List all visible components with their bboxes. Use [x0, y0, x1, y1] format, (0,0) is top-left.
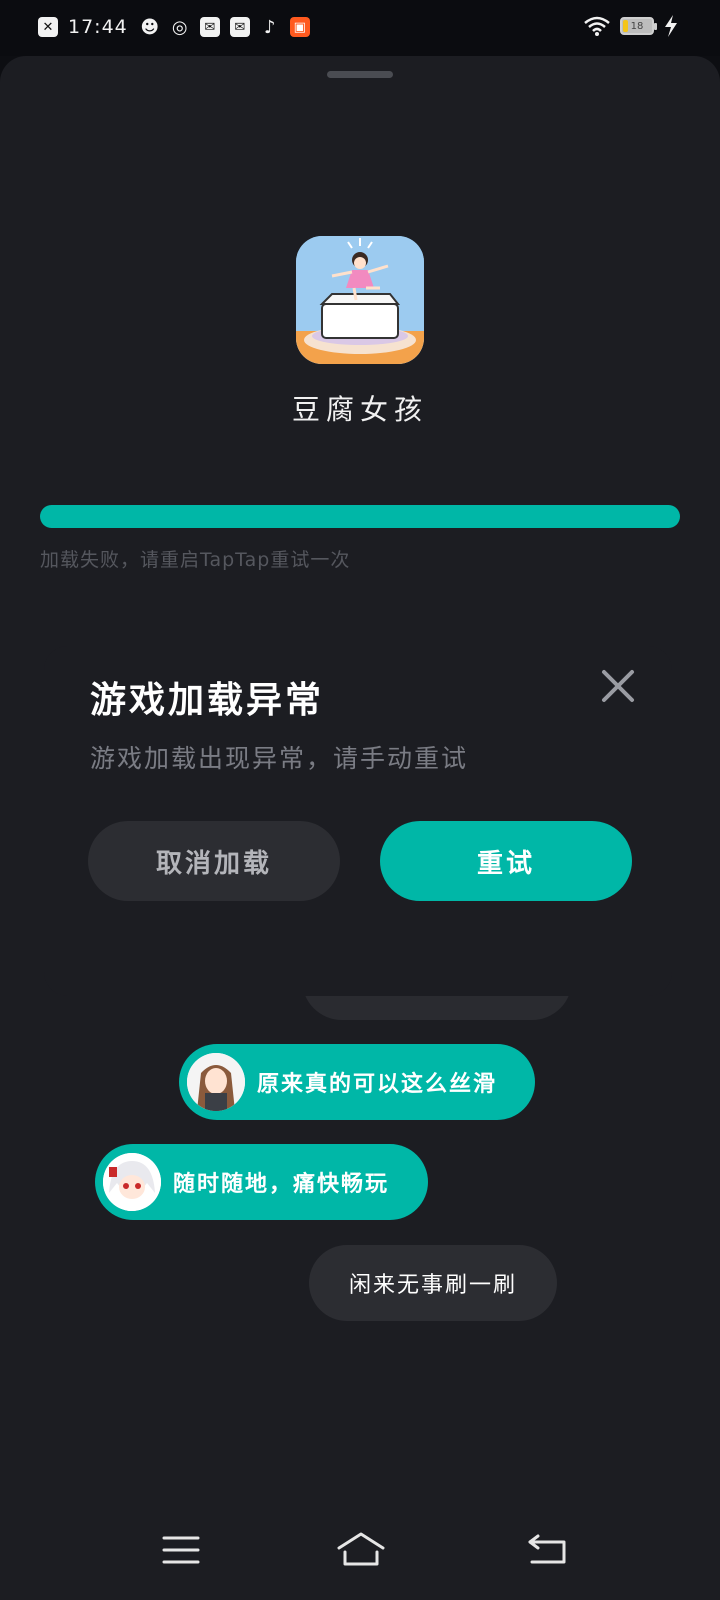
charging-icon [665, 15, 677, 37]
anime-white-hair-avatar [103, 1153, 161, 1211]
chat-bubble: 随时随地，痛快畅玩 [95, 1144, 428, 1220]
robot-icon: ☻ [140, 16, 160, 38]
app-orange-icon: ▣ [289, 17, 310, 37]
planet-icon: ◎ [171, 16, 188, 38]
battery-level: 18 [630, 20, 644, 32]
navigation-bar [0, 1510, 720, 1600]
status-bar: ✕ 17:44 ☻ ◎ ✉ ✉ ♪ ▣ 18 [0, 0, 720, 56]
mail-icon: ✉ [229, 17, 250, 37]
status-bar-right: 18 [584, 15, 678, 37]
chat-bubble-text: 原来真的可以这么丝滑 [257, 1072, 498, 1097]
menu-icon[interactable] [156, 1530, 206, 1570]
status-time: 17:44 [68, 16, 128, 38]
sheet-drag-handle[interactable] [327, 71, 393, 78]
wifi-icon [584, 16, 610, 36]
app-name: 豆腐女孩 [291, 393, 428, 426]
close-icon[interactable] [596, 664, 640, 708]
chat-bubble-text: 闲来无事刷一刷 [348, 1273, 517, 1298]
close-box-icon: ✕ [38, 17, 58, 37]
dialog-title: 游戏加载异常 [90, 680, 325, 721]
tiktok-icon: ♪ [264, 16, 276, 38]
load-error-text: 加载失败，请重启TapTap重试一次 [40, 549, 351, 571]
home-icon[interactable] [336, 1530, 386, 1570]
back-icon[interactable] [524, 1530, 574, 1570]
cancel-loading-button[interactable]: 取消加载 [88, 821, 340, 901]
chat-bubble-text: 随时随地，痛快畅玩 [173, 1172, 390, 1197]
chat-bubble: 原来真的可以这么丝滑 [179, 1044, 535, 1120]
anime-girl-avatar [187, 1053, 245, 1111]
app-icon [296, 236, 424, 364]
retry-button[interactable]: 重试 [380, 821, 632, 901]
bottom-sheet: 豆腐女孩 加载失败，请重启TapTap重试一次 游戏加载异常 游戏加载出现异常，… [0, 56, 720, 1600]
status-bar-left: ✕ 17:44 ☻ ◎ ✉ ✉ ♪ ▣ [38, 16, 310, 38]
mail-icon: ✉ [199, 17, 220, 37]
battery-icon: 18 [620, 17, 657, 35]
loading-progress-bar [40, 505, 680, 528]
chat-bubble: 闲来无事刷一刷 [309, 1245, 557, 1321]
dialog-message: 游戏加载出现异常，请手动重试 [90, 744, 469, 773]
